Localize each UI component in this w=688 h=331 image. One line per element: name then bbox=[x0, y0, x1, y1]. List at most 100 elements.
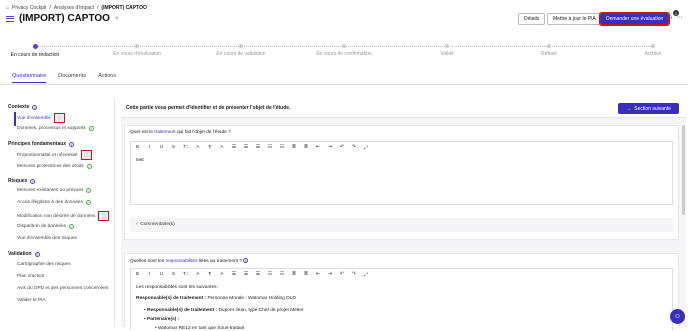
tab-documents[interactable]: Documents bbox=[58, 73, 86, 83]
tabs-divider bbox=[0, 84, 688, 85]
details-button[interactable]: Détails bbox=[518, 13, 546, 25]
answer-text[interactable]: test bbox=[136, 158, 144, 163]
check-icon: ✓ bbox=[86, 164, 92, 169]
info-icon[interactable]: i bbox=[243, 258, 249, 263]
step-dot-icon bbox=[547, 44, 551, 48]
toolbar-button[interactable]: T↕ bbox=[183, 272, 188, 277]
toolbar-button[interactable]: ⇤ bbox=[315, 145, 320, 150]
toolbar-button[interactable]: ☰ bbox=[231, 272, 236, 277]
step-label: En cours de validation bbox=[216, 51, 266, 57]
notification-icon[interactable]: ◷ bbox=[667, 14, 672, 21]
keyword-link[interactable]: responsabilités bbox=[165, 259, 197, 264]
toolbar-button[interactable]: ☰ bbox=[231, 145, 236, 150]
sidebar-item-avis-dpd[interactable]: Avis du DPD et des personnes concernées bbox=[17, 286, 108, 291]
status-box-icon: ◻ bbox=[80, 150, 92, 160]
main-content: Cette partie vous permet d'identifier et… bbox=[121, 98, 686, 331]
toolbar-button[interactable]: ☰ bbox=[255, 272, 260, 277]
sidebar-item-disparition[interactable]: Disparition de données ✓ bbox=[17, 224, 75, 229]
toolbar-button[interactable]: ⤢ bbox=[363, 272, 368, 278]
step-dot-icon bbox=[32, 44, 38, 49]
sidebar-item-plan-action[interactable]: Plan d'action bbox=[17, 274, 44, 279]
sidebar-item-vue-risques[interactable]: Vue d'ensemble des risques bbox=[17, 236, 77, 241]
bullet-item: • Partenaire(s) : bbox=[144, 317, 180, 322]
toolbar-button[interactable]: ↷ bbox=[351, 272, 356, 277]
toolbar-button[interactable]: U bbox=[159, 145, 164, 150]
step-dot-icon bbox=[135, 44, 139, 48]
info-icon[interactable]: i bbox=[32, 104, 38, 110]
sidebar-item-donnees[interactable]: Données, processus et supports ✓ bbox=[17, 126, 94, 131]
toolbar-button[interactable]: T↕ bbox=[183, 145, 188, 150]
info-icon[interactable]: i bbox=[30, 178, 36, 184]
tab-actions[interactable]: Actions bbox=[98, 73, 116, 83]
text-line: Les responsabilités sont les suivantes: bbox=[136, 285, 218, 290]
arrow-right-icon: → bbox=[626, 105, 632, 112]
request-evaluation-button[interactable]: Demander une évaluation bbox=[598, 12, 671, 26]
toolbar-button[interactable]: ↶ bbox=[339, 145, 344, 150]
workflow-step: En cours d'évaluation bbox=[92, 44, 182, 57]
toolbar-button[interactable]: ≣ bbox=[291, 272, 296, 277]
toolbar-button[interactable]: ⇥ bbox=[327, 272, 332, 277]
section-risques: Risques i bbox=[8, 178, 36, 184]
sidebar-item-mesures-droits[interactable]: Mesures protectrices des droits ✓ bbox=[17, 164, 92, 169]
sidebar-item-proportionnalite[interactable]: Proportionnalité et nécessité ◻ bbox=[17, 150, 92, 160]
section-header: Cette partie vous permet d'identifier et… bbox=[121, 98, 686, 118]
check-icon: ✓ bbox=[85, 200, 91, 205]
toolbar-button[interactable]: S bbox=[171, 272, 176, 277]
toolbar-button[interactable]: ¶ bbox=[207, 145, 212, 150]
sidebar-item-cartographie[interactable]: Cartographie des risques bbox=[17, 262, 71, 267]
info-icon[interactable]: i bbox=[34, 251, 40, 257]
tabs: Questionnaire Documents Actions bbox=[12, 73, 116, 83]
sidebar-item-mesures-existantes[interactable]: Mesures existantes ou prévues ✓ bbox=[17, 188, 92, 193]
toolbar-button[interactable]: ⇥ bbox=[327, 145, 332, 150]
toolbar-button[interactable]: ☰ bbox=[255, 145, 260, 150]
toolbar-button[interactable]: I bbox=[147, 272, 152, 277]
update-pia-button[interactable]: Mettre à jour le PIA bbox=[547, 13, 602, 25]
toolbar-button[interactable]: A bbox=[195, 145, 200, 150]
sidebar-item-vue-ensemble[interactable]: Vue d'ensemble ◻ bbox=[17, 113, 66, 123]
toolbar-button[interactable]: A bbox=[219, 145, 224, 150]
question-card-responsabilites: Quelles sont les responsabilités liées a… bbox=[124, 253, 679, 331]
tab-questionnaire[interactable]: Questionnaire bbox=[12, 73, 47, 83]
toolbar-button[interactable]: ☷ bbox=[267, 145, 272, 150]
check-icon: ✓ bbox=[69, 224, 75, 229]
check-icon: ✓ bbox=[86, 188, 92, 193]
toolbar-button[interactable]: ☷ bbox=[279, 272, 284, 277]
breadcrumb-item-home[interactable]: Privacy Cockpit bbox=[12, 5, 46, 11]
toolbar-button[interactable]: ⤢ bbox=[363, 145, 368, 151]
toolbar-button[interactable]: U bbox=[159, 272, 164, 277]
toolbar-button[interactable]: A bbox=[195, 272, 200, 277]
toolbar-button[interactable]: ↶ bbox=[339, 272, 344, 277]
sidebar-item-acces-illegitime[interactable]: Accès illégitime à des données ✓ bbox=[17, 200, 91, 205]
rich-text-editor[interactable]: B I U S T↕ A ¶ A ☰ ☰ ☰ ☷ ☷ ≣ ≣ ⇤ ⇥ ↶ ↷ ⤢ test bbox=[130, 141, 673, 205]
toolbar-button[interactable]: ≣ bbox=[303, 272, 308, 277]
toolbar-button[interactable]: ≣ bbox=[291, 145, 296, 150]
sidebar-item-valider[interactable]: Valider le PIA bbox=[17, 298, 46, 303]
toolbar-button[interactable]: B bbox=[135, 272, 140, 277]
close-icon[interactable]: × bbox=[115, 16, 119, 22]
keyword-link[interactable]: traitement bbox=[154, 130, 175, 135]
info-icon[interactable]: i bbox=[69, 141, 75, 147]
comments-toggle[interactable]: › Commentaire(s) bbox=[130, 218, 673, 232]
toolbar-button[interactable]: I bbox=[147, 145, 152, 150]
toolbar-button[interactable]: ⇤ bbox=[315, 272, 320, 277]
toolbar-button[interactable]: ☷ bbox=[279, 145, 284, 150]
rich-text-editor[interactable]: B I U S T↕ A ¶ A ☰ ☰ ☰ ☷ ☷ ≣ ≣ ⇤ ⇥ ↶ ↷ ⤢ Les responsabilité… bbox=[130, 268, 673, 331]
toolbar-button[interactable]: B bbox=[135, 145, 140, 150]
toolbar-button[interactable]: ☰ bbox=[243, 145, 248, 150]
help-chat-icon[interactable]: ☺ bbox=[670, 309, 685, 324]
step-label: En cours d'évaluation bbox=[113, 51, 161, 57]
breadcrumb-item-analyses[interactable]: Analyses d'impact bbox=[54, 5, 94, 11]
menu-icon[interactable] bbox=[6, 15, 14, 22]
section-intro: Cette partie vous permet d'identifier et… bbox=[126, 105, 291, 111]
toolbar-button[interactable]: ☰ bbox=[243, 272, 248, 277]
toolbar-button[interactable]: ¶ bbox=[207, 272, 212, 277]
toolbar-button[interactable]: ≣ bbox=[303, 145, 308, 150]
scrollbar[interactable] bbox=[682, 125, 685, 215]
next-section-button[interactable]: → Section suivante bbox=[618, 103, 679, 114]
toolbar-button[interactable]: ↷ bbox=[351, 145, 356, 150]
toolbar-button[interactable]: S bbox=[171, 145, 176, 150]
sidebar-item-modification[interactable]: Modification non désirée de données ◻ bbox=[17, 211, 110, 221]
toolbar-button[interactable]: ☷ bbox=[267, 272, 272, 277]
toolbar-button[interactable]: A bbox=[219, 272, 224, 277]
breadcrumb-item-current: (IMPORT) CAPTOO bbox=[101, 5, 147, 11]
